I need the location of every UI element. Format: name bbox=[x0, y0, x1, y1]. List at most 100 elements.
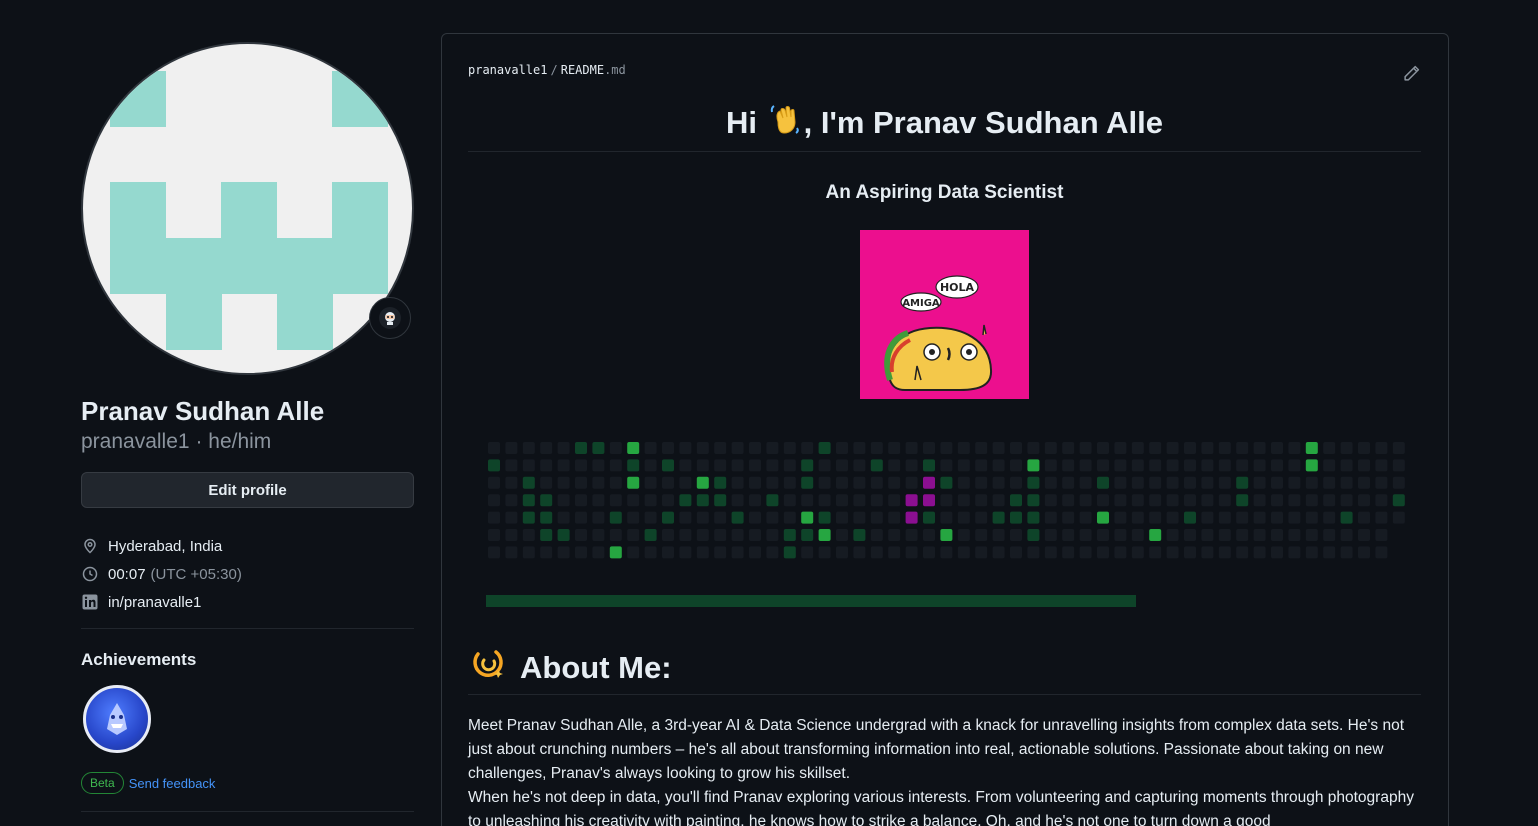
contribution-cell bbox=[853, 442, 866, 454]
contribution-cell bbox=[801, 529, 814, 541]
contribution-cell bbox=[1097, 442, 1109, 454]
contribution-cell bbox=[1114, 511, 1127, 524]
contribution-cell bbox=[1010, 494, 1022, 507]
contribution-cell bbox=[940, 546, 953, 559]
contribution-cell bbox=[522, 442, 535, 454]
contribution-cell bbox=[1062, 529, 1075, 541]
contribution-cell bbox=[731, 529, 744, 541]
contribution-cell bbox=[679, 511, 692, 524]
contribution-cell bbox=[923, 511, 935, 524]
contribution-cell bbox=[1079, 511, 1092, 524]
contribution-cell bbox=[1149, 459, 1162, 472]
contribution-cell bbox=[836, 511, 848, 524]
contribution-cell bbox=[749, 546, 761, 559]
contribution-cell bbox=[1218, 442, 1231, 454]
contribution-cell bbox=[540, 459, 553, 472]
contribution-cell bbox=[1149, 529, 1162, 541]
sidebar-divider-bottom bbox=[81, 811, 414, 812]
about-divider bbox=[468, 694, 1421, 695]
contribution-cell bbox=[1184, 442, 1196, 454]
contribution-cell bbox=[1027, 459, 1040, 472]
contribution-cell bbox=[731, 476, 744, 489]
contribution-cell bbox=[714, 511, 727, 524]
contribution-cell bbox=[575, 476, 587, 489]
about-heading: About Me: bbox=[472, 646, 672, 690]
contribution-cell bbox=[888, 442, 901, 454]
local-time-text: 00:07 bbox=[108, 565, 146, 583]
contribution-cell bbox=[1114, 529, 1127, 541]
contribution-cell bbox=[1305, 459, 1318, 472]
contribution-cell bbox=[801, 546, 814, 559]
contribution-cell bbox=[1027, 546, 1040, 559]
heading-divider bbox=[468, 151, 1421, 152]
waving-hand-icon bbox=[768, 102, 802, 147]
contribution-cell bbox=[627, 476, 640, 489]
profile-username-line: pranavalle1 · he/him bbox=[81, 428, 271, 456]
contribution-cell bbox=[1358, 511, 1370, 524]
contribution-cell bbox=[766, 511, 779, 524]
contribution-cell bbox=[1062, 511, 1075, 524]
contribution-cell bbox=[644, 529, 657, 541]
contribution-cell bbox=[1149, 442, 1162, 454]
contribution-cell bbox=[592, 511, 605, 524]
contribution-cell bbox=[1027, 494, 1040, 507]
contribution-cell bbox=[1044, 511, 1057, 524]
greeting-hi: Hi bbox=[725, 105, 757, 140]
contribution-cell bbox=[1358, 459, 1370, 472]
timezone-text: (UTC +05:30) bbox=[150, 565, 242, 583]
contribution-cell bbox=[644, 476, 657, 489]
contribution-cell bbox=[662, 546, 674, 559]
contribution-cell bbox=[1218, 476, 1231, 489]
send-feedback-link[interactable]: Send feedback bbox=[129, 776, 216, 791]
readme-path-file[interactable]: README bbox=[561, 63, 604, 77]
contribution-cell bbox=[522, 476, 535, 489]
contribution-cell bbox=[1201, 529, 1214, 541]
contribution-cell bbox=[836, 476, 848, 489]
contribution-cell bbox=[540, 494, 553, 507]
linkedin-link[interactable]: in/pranavalle1 bbox=[108, 594, 201, 611]
contribution-cell bbox=[609, 459, 622, 472]
contribution-cell bbox=[1097, 476, 1109, 489]
contribution-cell bbox=[853, 494, 866, 507]
contribution-cell bbox=[1358, 546, 1370, 559]
contribution-cell bbox=[888, 529, 901, 541]
contribution-cell bbox=[1323, 529, 1336, 541]
status-button[interactable] bbox=[369, 297, 411, 339]
contribution-cell bbox=[1305, 546, 1318, 559]
readme-path-user[interactable]: pranavalle1 bbox=[468, 63, 547, 77]
edit-profile-button[interactable]: Edit profile bbox=[81, 472, 414, 508]
identicon-graphic bbox=[110, 71, 388, 350]
contribution-cell bbox=[1305, 494, 1318, 507]
pencil-icon[interactable] bbox=[1403, 65, 1420, 87]
contribution-cell bbox=[540, 529, 553, 541]
contribution-cell bbox=[1097, 511, 1109, 524]
contribution-cell bbox=[644, 442, 657, 454]
contribution-cell bbox=[870, 442, 883, 454]
contribution-cell bbox=[783, 546, 796, 559]
achievement-badge[interactable] bbox=[83, 685, 151, 753]
avatar[interactable] bbox=[81, 42, 414, 375]
contribution-cell bbox=[1201, 494, 1214, 507]
contribution-cell bbox=[992, 476, 1005, 489]
contribution-cell bbox=[505, 529, 518, 541]
dizzy-icon bbox=[472, 646, 506, 690]
contribution-cell bbox=[1340, 529, 1353, 541]
contribution-cell bbox=[975, 546, 988, 559]
contribution-cell bbox=[522, 494, 535, 507]
profile-sidebar bbox=[81, 42, 414, 375]
contribution-cell bbox=[749, 476, 761, 489]
contribution-cell bbox=[662, 476, 674, 489]
contribution-cell bbox=[505, 511, 518, 524]
contribution-cell bbox=[696, 442, 709, 454]
contribution-cell bbox=[1236, 494, 1249, 507]
contribution-cell bbox=[1114, 494, 1127, 507]
contribution-cell bbox=[836, 459, 848, 472]
contribution-cell bbox=[1305, 529, 1318, 541]
contribution-cell bbox=[1166, 494, 1179, 507]
linkedin-row[interactable]: in/pranavalle1 bbox=[81, 588, 414, 616]
contribution-cell bbox=[696, 459, 709, 472]
contribution-cell bbox=[609, 529, 622, 541]
contribution-cell bbox=[488, 511, 500, 524]
contribution-cell bbox=[957, 546, 970, 559]
dot-separator: · bbox=[195, 430, 209, 453]
